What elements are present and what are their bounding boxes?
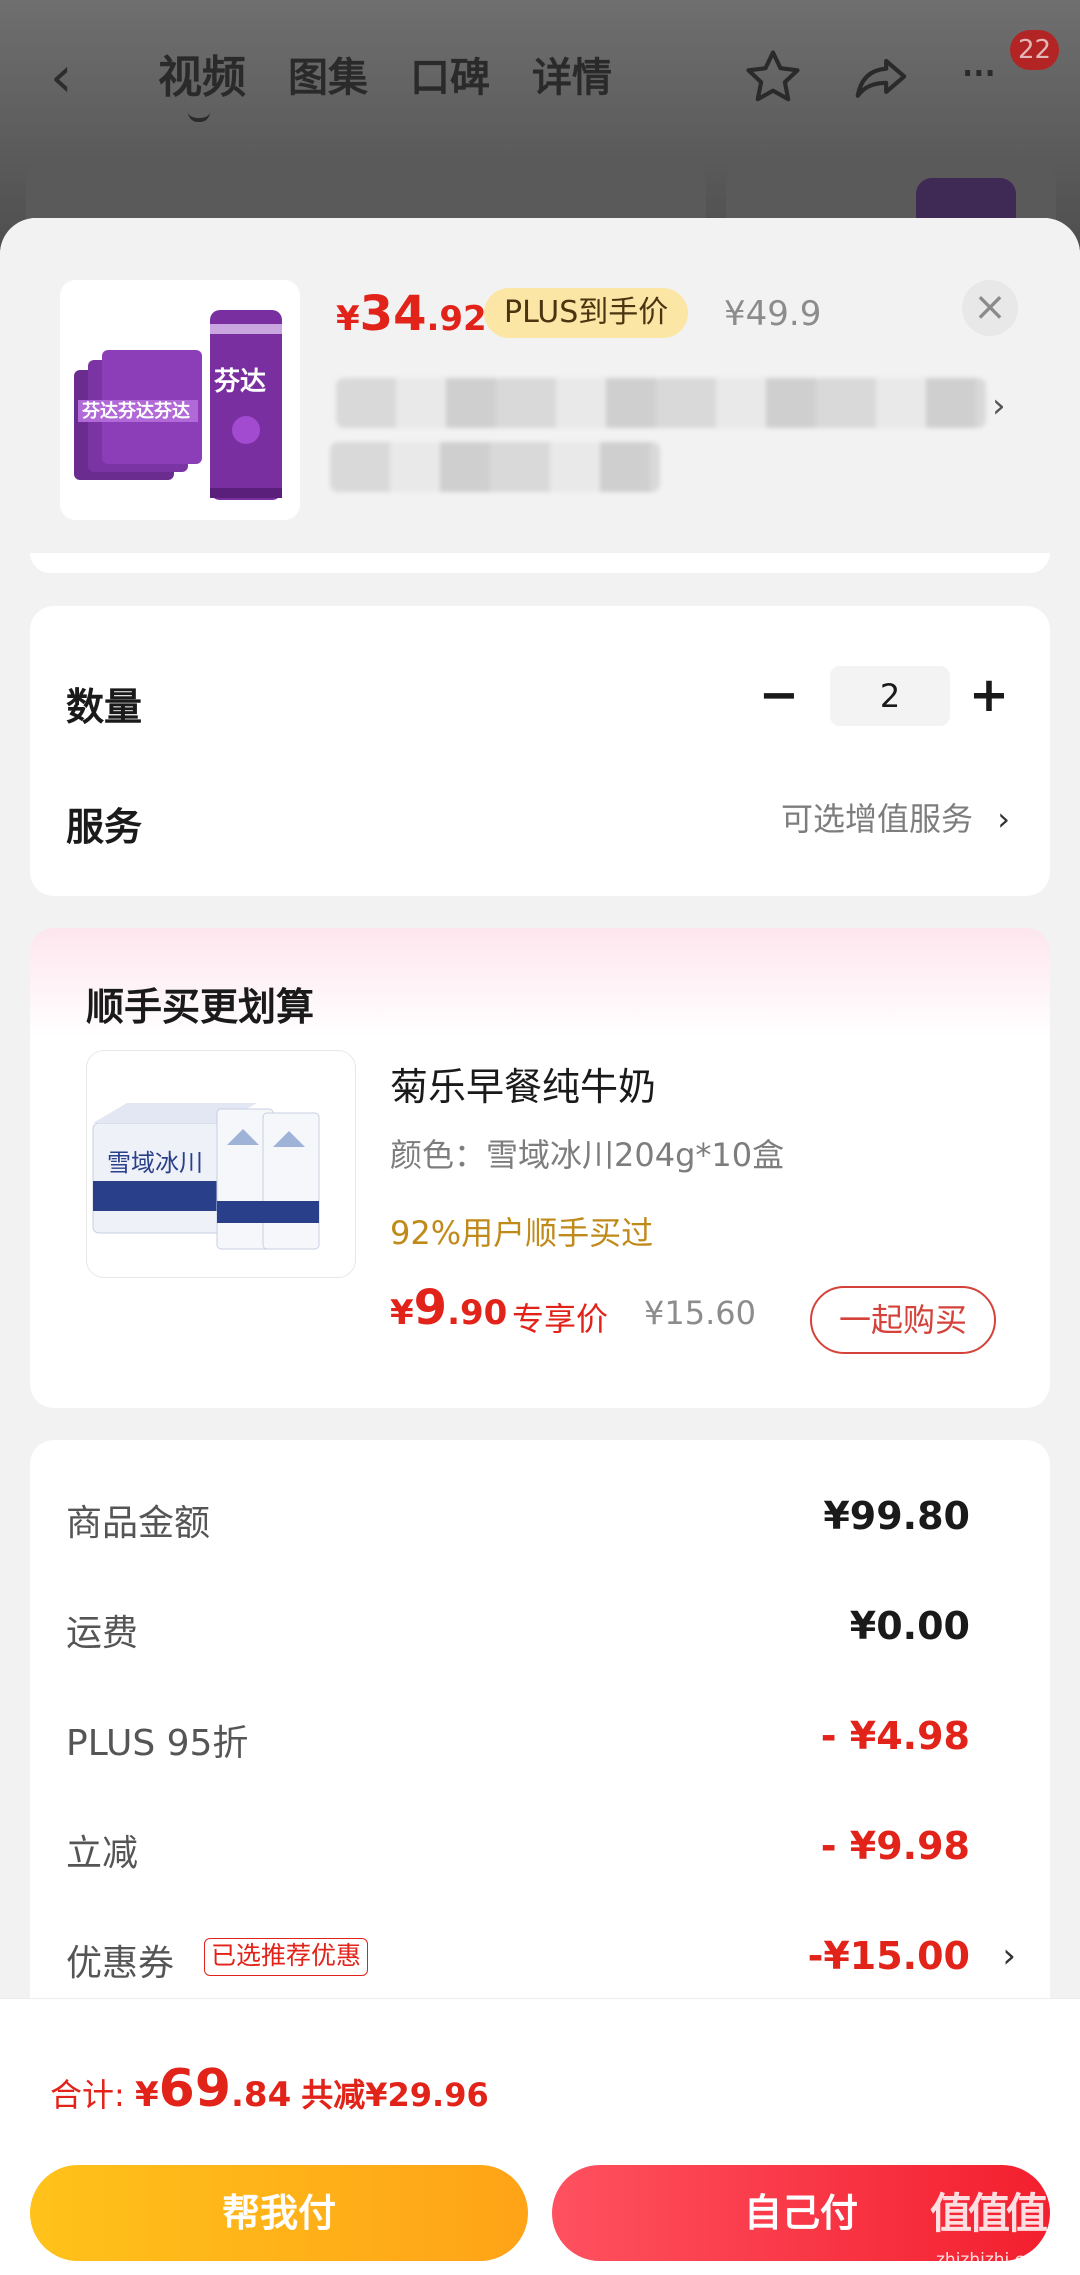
tab-details[interactable]: 详情 xyxy=(532,48,612,108)
quantity-label: 数量 xyxy=(66,685,143,729)
plus-discount-label: PLUS 95折 xyxy=(66,1723,249,1764)
subtotal-label: 商品金额 xyxy=(66,1503,211,1544)
bundle-card: 顺手买更划算 雪域冰川 菊乐早餐纯牛奶 颜色：雪域冰川204g*10盒 92%用… xyxy=(30,928,1050,1408)
back-arrow-icon[interactable]: ‹ xyxy=(50,48,100,108)
summary-row-coupon[interactable]: 优惠券 已选推荐优惠 -¥15.00 › xyxy=(66,1934,1016,1994)
tab-video[interactable]: 视频 xyxy=(158,48,246,108)
summary-row-subtotal: 商品金额 ¥99.80 xyxy=(66,1494,970,1554)
bundle-item-name[interactable]: 菊乐早餐纯牛奶 xyxy=(390,1056,656,1111)
coupon-recommended-tag: 已选推荐优惠 xyxy=(204,1938,369,1976)
blurred-title-line-2 xyxy=(330,442,660,492)
chevron-right-icon[interactable]: › xyxy=(992,386,1006,426)
bundle-original-price: ¥15.60 xyxy=(644,1294,756,1332)
decrease-button[interactable]: − xyxy=(754,666,804,726)
sheet-header: 芬达芬达芬达 芬达 ¥34.92 PLUS到手价 ¥49.9 × › xyxy=(0,218,1080,573)
help-me-pay-button[interactable]: 帮我付 xyxy=(30,2165,528,2261)
summary-row-instant-discount: 立减 - ¥9.98 xyxy=(66,1824,970,1884)
plus-price: ¥34.92 xyxy=(336,286,487,342)
fanta-product-image: 芬达芬达芬达 芬达 xyxy=(60,280,300,520)
shipping-label: 运费 xyxy=(66,1613,139,1654)
exclusive-price-label: 专享价 xyxy=(512,1300,609,1338)
checkout-page: ‹ 视频 图集 口碑 详情 ··· 22 芬达芬达芬达 芬达 ¥34.92 PL… xyxy=(0,0,1080,2275)
svg-text:雪域冰川: 雪域冰川 xyxy=(107,1150,203,1177)
options-card: 数量 − 2 + 服务 可选增值服务 › xyxy=(30,606,1050,896)
bundle-item-spec: 颜色：雪域冰川204g*10盒 xyxy=(390,1136,785,1174)
instant-discount-value: - ¥9.98 xyxy=(820,1824,970,1868)
purchase-sheet: 芬达芬达芬达 芬达 ¥34.92 PLUS到手价 ¥49.9 × › 数量 − … xyxy=(0,218,1080,2275)
summary-row-plus-discount: PLUS 95折 - ¥4.98 xyxy=(66,1714,970,1774)
original-price: ¥49.9 xyxy=(724,294,822,334)
product-thumbnail[interactable]: 芬达芬达芬达 芬达 xyxy=(60,280,300,520)
service-value: 可选增值服务 xyxy=(781,800,974,838)
svg-text:芬达芬达芬达: 芬达芬达芬达 xyxy=(81,400,190,421)
tab-active-indicator xyxy=(188,112,210,122)
watermark-logo: 值值值 xyxy=(930,2189,1048,2238)
increase-button[interactable]: + xyxy=(964,666,1014,726)
close-icon[interactable]: × xyxy=(962,280,1018,336)
order-total: 合计: ¥69.84 共减¥29.96 xyxy=(50,2059,489,2119)
total-amount: 69 xyxy=(158,2059,232,2119)
watermark-url: zhizhizhi.com xyxy=(936,2250,1051,2270)
plus-discount-value: - ¥4.98 xyxy=(820,1714,970,1758)
checkout-bar: 合计: ¥69.84 共减¥29.96 帮我付 自己付 xyxy=(0,1998,1080,2275)
star-icon[interactable] xyxy=(742,46,804,108)
chevron-right-icon: › xyxy=(997,800,1010,838)
bundle-item-stat: 92%用户顺手买过 xyxy=(390,1214,654,1252)
shipping-value: ¥0.00 xyxy=(849,1604,970,1648)
value-added-service-link[interactable]: 可选增值服务 › xyxy=(781,794,1010,840)
quantity-input[interactable]: 2 xyxy=(830,666,950,726)
quantity-stepper[interactable]: − 2 + xyxy=(754,666,1014,726)
tab-reviews[interactable]: 口碑 xyxy=(410,48,490,108)
tab-gallery[interactable]: 图集 xyxy=(288,48,368,108)
blurred-title-line-1 xyxy=(336,378,986,428)
notification-badge: 22 xyxy=(1010,30,1060,70)
bundle-title: 顺手买更划算 xyxy=(86,985,315,1029)
coupon-label: 优惠券 xyxy=(66,1943,175,1984)
plus-price-tag: PLUS到手价 xyxy=(484,288,689,338)
total-saved: 共减¥29.96 xyxy=(301,2076,489,2114)
milk-product-image: 雪域冰川 xyxy=(87,1051,355,1277)
service-label: 服务 xyxy=(66,805,143,849)
summary-row-shipping: 运费 ¥0.00 xyxy=(66,1604,970,1664)
chevron-right-icon[interactable]: › xyxy=(1002,1936,1016,1976)
watermark: 值值值 zhizhizhi.com xyxy=(930,2180,1080,2275)
subtotal-value: ¥99.80 xyxy=(823,1494,970,1538)
share-icon[interactable] xyxy=(850,48,912,110)
buy-together-button[interactable]: 一起购买 xyxy=(810,1286,996,1354)
background-nav-bar: ‹ 视频 图集 口碑 详情 ··· 22 xyxy=(0,30,1080,130)
header-divider xyxy=(30,553,1050,573)
milk-thumbnail[interactable]: 雪域冰川 xyxy=(86,1050,356,1278)
total-label: 合计: xyxy=(50,2076,135,2114)
svg-text:芬达: 芬达 xyxy=(214,366,266,396)
instant-discount-label: 立减 xyxy=(66,1833,139,1874)
coupon-value: -¥15.00 xyxy=(807,1934,970,1978)
bundle-item-price: ¥9.90 xyxy=(390,1280,508,1336)
